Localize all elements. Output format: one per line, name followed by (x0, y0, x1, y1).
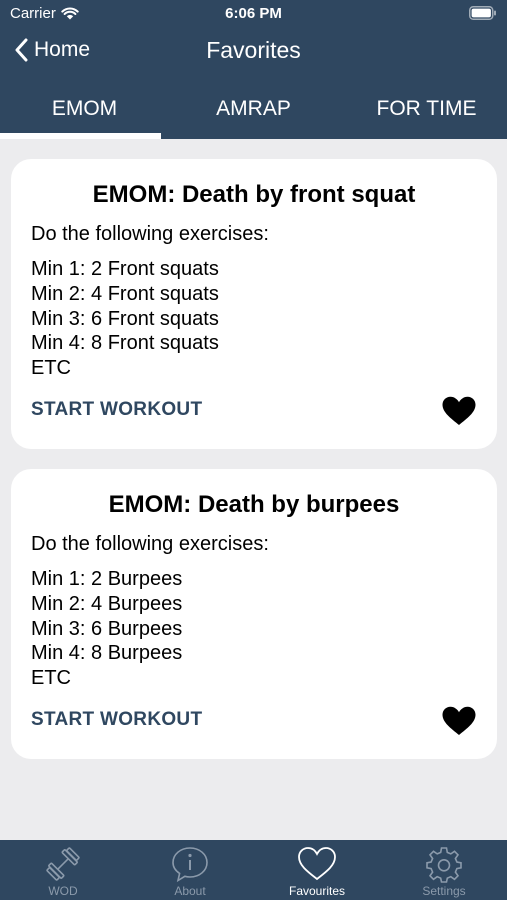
tabbar-item-about[interactable]: About (127, 840, 253, 900)
exercise-line: Min 2: 4 Burpees (31, 592, 183, 615)
workout-card: EMOM: Death by front squat Do the follow… (11, 159, 497, 449)
tabbar-label-about: About (174, 884, 206, 898)
tabbar-item-wod[interactable]: WOD (0, 840, 126, 900)
exercise-line: Min 4: 8 Front squats (31, 332, 219, 355)
segment-tabs: EMOM AMRAP FOR TIME (0, 78, 507, 139)
tabbar-label-settings: Settings (422, 884, 466, 898)
exercise-line: Min 1: 2 Burpees (31, 568, 183, 590)
tab-for-time[interactable]: FOR TIME (342, 78, 507, 139)
page-title: Favorites (206, 37, 301, 63)
exercise-line: Min 3: 6 Front squats (31, 307, 219, 330)
workout-title: EMOM: Death by front squat (92, 181, 416, 208)
exercise-line: Min 2: 4 Front squats (31, 282, 219, 305)
exercise-line: ETC (31, 357, 71, 380)
start-workout-button[interactable]: START WORKOUT (31, 709, 202, 731)
navigation-bar: Home Favorites (0, 28, 507, 78)
tabbar-label-favourites: Favourites (288, 884, 346, 898)
tab-emom-label: EMOM (51, 96, 118, 120)
tabbar-label-wod: WOD (48, 884, 78, 898)
exercise-line: Min 1: 2 Front squats (31, 258, 219, 280)
favorite-toggle[interactable] (441, 395, 477, 432)
exercise-line: Min 4: 8 Burpees (31, 642, 183, 665)
heart-filled-icon (442, 396, 476, 425)
workout-exercise-list: Min 1: 2 Front squats Min 2: 4 Front squ… (31, 257, 219, 381)
tab-for-time-label: FOR TIME (376, 96, 477, 120)
tab-amrap[interactable]: AMRAP (169, 78, 338, 139)
heart-filled-icon (442, 706, 476, 735)
app-header: Carrier 6:06 PM Home Favorites EMOM AMRA… (0, 0, 507, 139)
tabbar-item-favourites[interactable]: Favourites (254, 840, 380, 900)
status-time: 6:06 PM (225, 5, 282, 22)
tab-amrap-label: AMRAP (216, 96, 291, 120)
battery-icon (469, 6, 496, 20)
exercise-line: ETC (31, 667, 71, 690)
workout-exercise-list: Min 1: 2 Burpees Min 2: 4 Burpees Min 3:… (31, 567, 182, 691)
tabbar-item-settings[interactable]: Settings (381, 840, 507, 900)
workout-intro: Do the following exercises: (31, 223, 269, 245)
heart-icon (298, 847, 336, 881)
status-bar: Carrier 6:06 PM (0, 0, 507, 28)
exercise-line: Min 3: 6 Burpees (31, 617, 183, 640)
tab-emom[interactable]: EMOM (0, 78, 169, 139)
favorite-toggle[interactable] (441, 705, 477, 742)
start-workout-button[interactable]: START WORKOUT (31, 399, 202, 421)
gear-icon (426, 847, 462, 883)
workout-intro: Do the following exercises: (31, 533, 269, 555)
active-tab-indicator (0, 133, 161, 139)
info-icon (172, 847, 208, 883)
workout-title: EMOM: Death by burpees (108, 491, 400, 518)
dumbbell-icon (46, 847, 80, 881)
bottom-tab-bar: WOD About Favourites Settings (0, 840, 507, 900)
workout-card: EMOM: Death by burpees Do the following … (11, 469, 497, 759)
